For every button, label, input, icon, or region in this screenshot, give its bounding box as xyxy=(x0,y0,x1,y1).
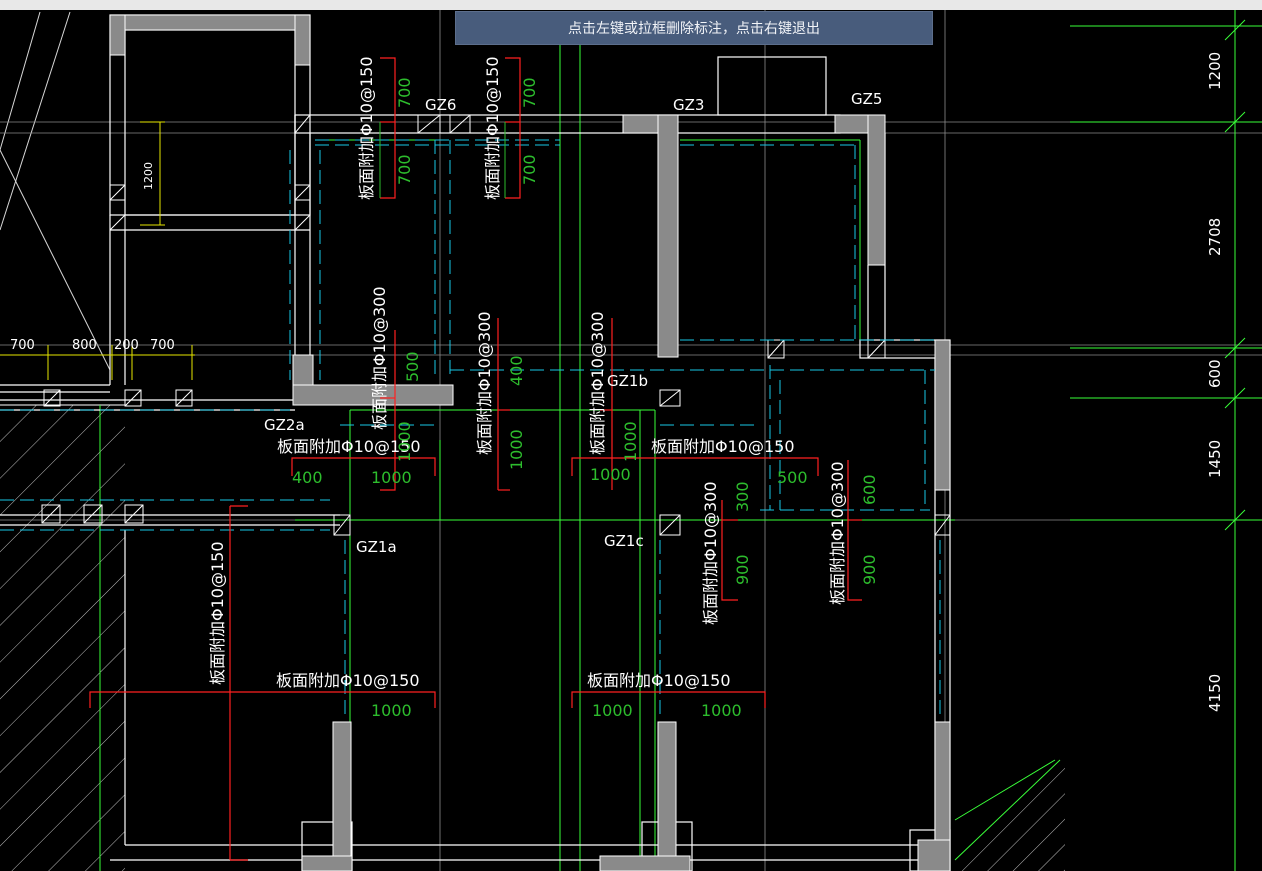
rebar-brackets xyxy=(89,57,862,861)
rebar-label-v300-d[interactable]: 板面附加Φ10@300 xyxy=(701,482,720,626)
length-b1[interactable]: 700 xyxy=(520,77,539,108)
length-j1[interactable]: 1000 xyxy=(371,701,412,720)
right-dimensions: 1200 2708 600 1450 4150 xyxy=(1206,52,1224,712)
rebar-label-v150-left[interactable]: 板面附加Φ10@150 xyxy=(208,542,227,686)
length-h2[interactable]: 900 xyxy=(733,554,752,585)
dim-left-700b[interactable]: 700 xyxy=(150,338,175,353)
dim-right-1200[interactable]: 1200 xyxy=(1206,52,1224,90)
label-gz2a[interactable]: GZ2a xyxy=(264,416,305,434)
command-hint-bar: 点击左键或拉框删除标注，点击右键退出 xyxy=(455,11,933,45)
left-dimensions: 700 800 200 700 1200 xyxy=(10,162,175,353)
length-f1[interactable]: 400 xyxy=(292,468,323,487)
length-g2[interactable]: 500 xyxy=(777,468,808,487)
length-d2[interactable]: 1000 xyxy=(507,429,526,470)
length-e1[interactable]: 1000 xyxy=(621,421,640,462)
length-h1[interactable]: 300 xyxy=(733,481,752,512)
length-f2[interactable]: 1000 xyxy=(371,468,412,487)
rebar-label-v150-b[interactable]: 板面附加Φ10@150 xyxy=(483,57,502,201)
rebar-label-v300-e[interactable]: 板面附加Φ10@300 xyxy=(828,462,847,606)
length-a2[interactable]: 700 xyxy=(395,154,414,185)
label-gz3[interactable]: GZ3 xyxy=(673,96,704,114)
length-e2[interactable]: 1000 xyxy=(590,465,631,484)
length-j2[interactable]: 1000 xyxy=(592,701,633,720)
rebar-label-v300-b[interactable]: 板面附加Φ10@300 xyxy=(475,312,494,456)
hatched-region-left xyxy=(0,404,125,871)
rebar-label-h150-low-b[interactable]: 板面附加Φ10@150 xyxy=(587,671,731,690)
dim-1200-inner[interactable]: 1200 xyxy=(142,162,155,190)
length-g1[interactable]: 1000 xyxy=(395,421,414,462)
rebar-label-v150-a[interactable]: 板面附加Φ10@150 xyxy=(357,57,376,201)
cad-drawing-canvas[interactable]: GZ6 GZ3 GZ5 GZ1b GZ2a GZ1a GZ1c 板面附加Φ10@… xyxy=(0,10,1262,871)
length-c1[interactable]: 500 xyxy=(403,351,422,382)
label-gz5[interactable]: GZ5 xyxy=(851,90,882,108)
dim-left-700a[interactable]: 700 xyxy=(10,338,35,353)
wall-fills xyxy=(109,14,951,871)
length-j3[interactable]: 1000 xyxy=(701,701,742,720)
label-gz1b[interactable]: GZ1b xyxy=(607,372,648,390)
length-a1[interactable]: 700 xyxy=(395,77,414,108)
dim-right-4150[interactable]: 4150 xyxy=(1206,674,1224,712)
label-gz6[interactable]: GZ6 xyxy=(425,96,456,114)
rebar-label-v300-a[interactable]: 板面附加Φ10@300 xyxy=(370,287,389,431)
cyan-dashed-lines xyxy=(0,139,941,720)
rebar-label-h150-low-a[interactable]: 板面附加Φ10@150 xyxy=(276,671,420,690)
length-i2[interactable]: 900 xyxy=(860,554,879,585)
diagonal-lines-topleft xyxy=(0,11,111,371)
dim-right-1450[interactable]: 1450 xyxy=(1206,440,1224,478)
rebar-label-h150-mid-b[interactable]: 板面附加Φ10@150 xyxy=(651,437,795,456)
rebar-label-v300-c[interactable]: 板面附加Φ10@300 xyxy=(588,312,607,456)
length-i1[interactable]: 600 xyxy=(860,474,879,505)
label-gz1a[interactable]: GZ1a xyxy=(356,538,397,556)
length-b2[interactable]: 700 xyxy=(520,154,539,185)
label-gz1c[interactable]: GZ1c xyxy=(604,532,644,550)
dim-right-600[interactable]: 600 xyxy=(1206,359,1224,388)
dim-left-200[interactable]: 200 xyxy=(114,338,139,353)
length-d1[interactable]: 400 xyxy=(507,355,526,386)
top-window-strip xyxy=(0,0,1262,10)
dim-left-800[interactable]: 800 xyxy=(72,338,97,353)
dim-right-2708[interactable]: 2708 xyxy=(1206,218,1224,256)
